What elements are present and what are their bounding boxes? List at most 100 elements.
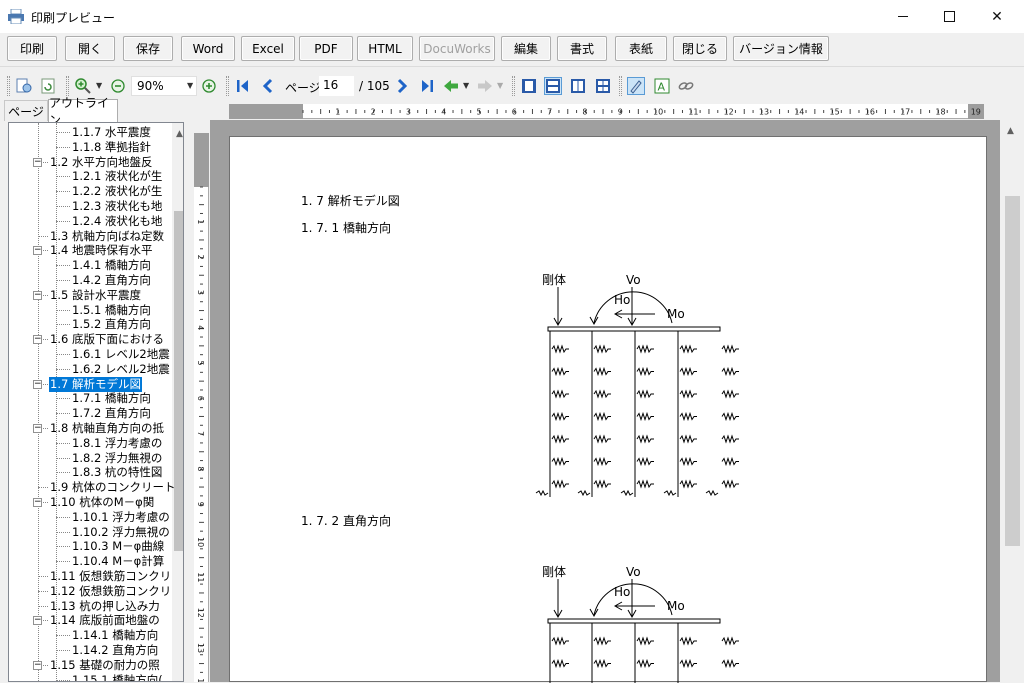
chevron-up-icon[interactable]: ▲ [176,129,183,139]
tree-leaf[interactable]: 1.5.2 直角方向 [9,317,172,332]
tree-leaf[interactable]: 1.14.1 橋軸方向 [9,628,172,643]
docuworks-button[interactable]: DocuWorks [419,36,495,61]
tree-node[interactable]: −1.7 解析モデル図 [9,376,172,392]
collapse-icon[interactable]: − [33,424,42,433]
tree-item-label: 1.5.1 橋軸方向 [72,302,151,317]
html-button[interactable]: HTML [357,36,413,61]
collapse-icon[interactable]: − [33,290,42,300]
zoom-plus-icon[interactable] [200,77,218,95]
collapse-icon[interactable]: − [33,498,42,507]
chevron-up-icon[interactable]: ▲ [1007,126,1014,136]
collapse-icon[interactable]: − [33,616,42,626]
collapse-icon[interactable]: − [33,379,42,389]
tree-node[interactable]: −1.4 地震時保有水平 [9,243,172,258]
collapse-icon[interactable]: − [33,335,42,345]
tree-item-label: 1.1.8 準拠指針 [72,139,151,154]
pdf-button[interactable]: PDF [299,36,353,61]
tree-node[interactable]: −1.10 杭体のM－φ関 [9,495,172,510]
collapse-icon[interactable]: − [33,157,42,167]
tree-node[interactable]: 1.9 杭体のコンクリート [9,480,175,495]
tree-leaf[interactable]: 1.5.1 橋軸方向 [9,303,172,318]
chevron-down-icon[interactable]: ▼ [187,81,193,90]
tree-leaf[interactable]: 1.6.2 レベル2地震 [9,362,172,377]
tree-leaf[interactable]: 1.7.2 直角方向 [9,406,172,421]
tree-leaf[interactable]: 1.14.2 直角方向 [9,643,172,658]
tree-leaf[interactable]: 1.2.1 液状化が生 [9,169,172,184]
tree-leaf[interactable]: 1.10.4 M－φ計算 [9,554,172,569]
page-view-icon[interactable] [544,77,562,95]
collapse-icon[interactable]: − [33,660,42,670]
tree-node[interactable]: 1.3 杭軸方向ばね定数 [9,229,172,244]
tree-node[interactable]: −1.2 水平方向地盤反 [9,155,172,170]
forward-dropdown-arrow[interactable]: ▼ [497,81,503,90]
single-page-icon[interactable] [520,77,538,95]
last-page-icon[interactable] [418,77,436,95]
tree-node[interactable]: −1.6 底版下面における [9,332,172,347]
format-button[interactable]: 書式 [557,36,607,61]
print-button[interactable]: 印刷 [7,36,57,61]
tab-page[interactable]: ページ [4,100,48,121]
tree-leaf[interactable]: 1.2.3 液状化も地 [9,199,172,214]
prev-page-icon[interactable] [259,77,277,95]
tree-leaf[interactable]: 1.10.1 浮力考慮の [9,510,172,525]
first-page-icon[interactable] [234,77,252,95]
forward-icon[interactable] [476,77,494,95]
tree-leaf[interactable]: 1.8.1 浮力考慮の [9,436,172,451]
close-button[interactable]: 閉じる [673,36,727,61]
back-dropdown-arrow[interactable]: ▼ [463,81,469,90]
tree-leaf[interactable]: 1.8.2 浮力無視の [9,451,172,466]
close-window-button[interactable]: ✕ [974,0,1020,33]
edit-pen-icon[interactable] [627,77,645,95]
tree-connector [56,191,70,193]
tree-node[interactable]: −1.15 基礎の耐力の照 [9,658,172,673]
collapse-icon[interactable]: − [33,246,42,256]
tree-leaf[interactable]: 1.8.3 杭の特性図 [9,465,172,480]
zoom-in-dropdown-arrow[interactable]: ▼ [96,81,102,90]
print-preview-icon[interactable] [15,77,33,95]
open-button[interactable]: 開く [65,36,115,61]
refresh-icon[interactable] [39,77,57,95]
tree-scroll-thumb[interactable] [174,211,183,551]
toolbar-grip [512,76,515,96]
vruler-ticks: 1234567891011121314 [196,186,205,682]
tree-leaf[interactable]: 1.4.2 直角方向 [9,273,172,288]
tree-node[interactable]: 1.11 仮想鉄筋コンクリ [9,569,172,584]
minimize-button[interactable] [880,0,926,33]
page-number-input[interactable]: 16 [319,76,354,96]
tree-leaf[interactable]: 1.1.7 水平震度 [9,125,172,140]
panel-splitter[interactable] [185,100,193,682]
tree-scrollbar[interactable]: ▲ [172,123,183,681]
tree-leaf[interactable]: 1.7.1 橋軸方向 [9,391,172,406]
excel-button[interactable]: Excel [241,36,295,61]
tree-leaf[interactable]: 1.15.1 橋軸方向( [9,673,172,681]
tree-node[interactable]: 1.12 仮想鉄筋コンクリ [9,584,172,599]
tree-leaf[interactable]: 1.10.2 浮力無視の [9,525,172,540]
word-button[interactable]: Word [181,36,235,61]
zoom-in-icon[interactable] [74,77,92,95]
tree-leaf[interactable]: 1.4.1 橋軸方向 [9,258,172,273]
tree-node[interactable]: −1.8 杭軸直角方向の抵 [9,421,172,436]
cover-button[interactable]: 表紙 [615,36,667,61]
text-icon[interactable]: A [653,77,671,95]
tree-node[interactable]: −1.5 設計水平震度 [9,288,172,303]
preview-scroll-thumb[interactable] [1005,196,1020,546]
preview-scrollbar[interactable]: ▲ [1001,120,1024,682]
next-page-icon[interactable] [393,77,411,95]
edit-button[interactable]: 編集 [501,36,551,61]
tree-leaf[interactable]: 1.2.2 液状化が生 [9,184,172,199]
multi-page-icon[interactable] [594,77,612,95]
maximize-button[interactable] [926,0,972,33]
tree-node[interactable]: −1.14 底版前面地盤の [9,613,172,628]
zoom-out-icon[interactable] [109,77,127,95]
two-page-icon[interactable] [569,77,587,95]
tree-node[interactable]: 1.13 杭の押し込み力 [9,599,172,614]
tree-leaf[interactable]: 1.6.1 レベル2地震 [9,347,172,362]
back-icon[interactable] [442,77,460,95]
tree-leaf[interactable]: 1.10.3 M－φ曲線 [9,539,172,554]
tree-leaf[interactable]: 1.2.4 液状化も地 [9,214,172,229]
tab-outline[interactable]: アウトライン [48,96,118,127]
link-icon[interactable] [677,77,695,95]
save-button[interactable]: 保存 [123,36,173,61]
tree-leaf[interactable]: 1.1.8 準拠指針 [9,140,172,155]
version-info-button[interactable]: バージョン情報 [733,36,829,61]
